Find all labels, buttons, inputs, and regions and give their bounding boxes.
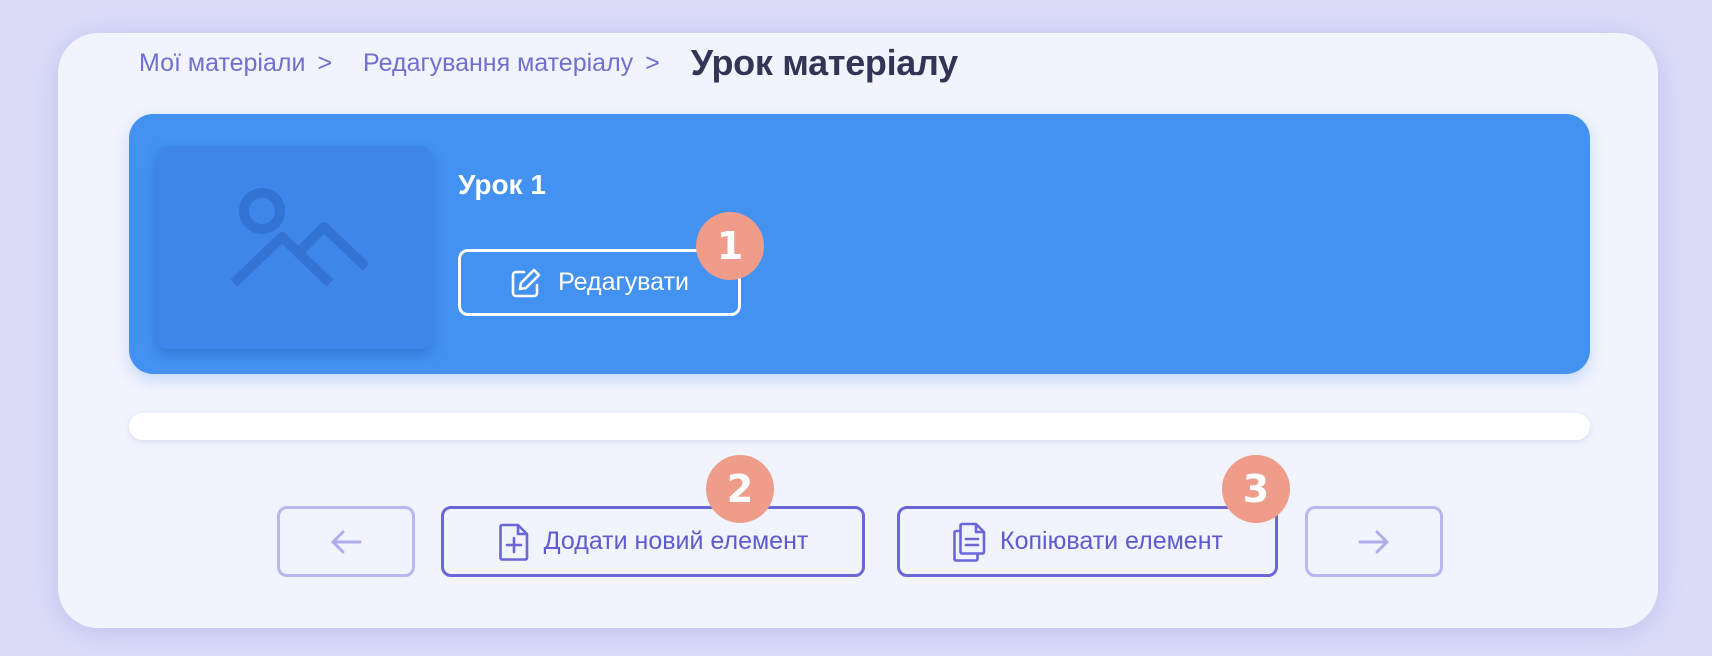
breadcrumb-separator: > bbox=[317, 48, 333, 77]
breadcrumb-edit-material[interactable]: Редагування матеріалу bbox=[363, 49, 633, 78]
arrow-right-icon bbox=[1358, 530, 1389, 553]
lesson-progress-bar bbox=[129, 413, 1590, 440]
add-element-label: Додати новий елемент bbox=[543, 527, 809, 555]
lesson-banner: Урок 1 Редагувати bbox=[129, 114, 1590, 374]
arrow-left-icon bbox=[331, 530, 362, 553]
add-new-element-button[interactable]: Додати новий елемент bbox=[441, 506, 865, 577]
lesson-thumbnail[interactable] bbox=[156, 146, 432, 349]
next-button[interactable] bbox=[1305, 506, 1443, 577]
previous-button[interactable] bbox=[277, 506, 415, 577]
breadcrumb-separator: > bbox=[645, 48, 660, 77]
breadcrumb: Мої матеріали > Редагування матеріалу > … bbox=[139, 40, 958, 86]
lesson-title: Урок 1 bbox=[458, 169, 546, 200]
step-badge-1: 1 bbox=[696, 212, 764, 280]
copy-file-icon bbox=[953, 522, 986, 562]
copy-element-button[interactable]: Копіювати елемент bbox=[897, 506, 1278, 577]
edit-icon bbox=[511, 268, 541, 297]
page-title: Урок матеріалу bbox=[690, 42, 958, 83]
breadcrumb-my-materials[interactable]: Мої матеріали bbox=[139, 49, 305, 78]
step-badge-2: 2 bbox=[706, 455, 774, 523]
edit-button-label: Редагувати bbox=[558, 268, 689, 296]
copy-element-label: Копіювати елемент bbox=[1000, 527, 1223, 555]
image-placeholder-icon bbox=[230, 188, 368, 287]
file-plus-icon bbox=[498, 523, 528, 561]
step-badge-3: 3 bbox=[1222, 455, 1290, 523]
